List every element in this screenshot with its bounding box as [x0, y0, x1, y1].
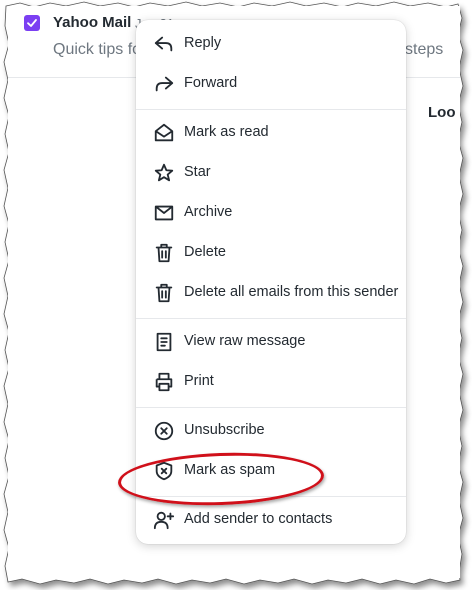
- menu-item-archive[interactable]: Archive: [136, 193, 406, 233]
- menu-item-reply[interactable]: Reply: [136, 24, 406, 64]
- menu-item-label: Mark as read: [184, 124, 269, 140]
- menu-item-label: Unsubscribe: [184, 422, 265, 438]
- menu-item-label: Add sender to contacts: [184, 511, 333, 527]
- checkmark-icon: [27, 19, 37, 27]
- email-preview-tail: steps: [405, 41, 444, 58]
- document-icon: [153, 331, 175, 353]
- menu-item-delete[interactable]: Delete: [136, 233, 406, 273]
- menu-divider: [136, 407, 406, 408]
- menu-item-print[interactable]: Print: [136, 362, 406, 402]
- star-icon: [153, 162, 175, 184]
- menu-item-label: Delete all emails from this sender: [184, 284, 399, 300]
- menu-item-unsubscribe[interactable]: Unsubscribe: [136, 411, 406, 451]
- menu-item-mark-as-read[interactable]: Mark as read: [136, 113, 406, 153]
- menu-item-forward[interactable]: Forward: [136, 64, 406, 104]
- trash-icon: [153, 242, 175, 264]
- menu-item-label: Reply: [184, 35, 222, 51]
- menu-item-delete-all-from-sender[interactable]: Delete all emails from this sender: [136, 273, 406, 313]
- archive-icon: [153, 202, 175, 224]
- add-person-icon: [153, 509, 175, 531]
- email-sender: Yahoo Mail: [53, 14, 132, 31]
- email-checkbox[interactable]: [24, 15, 40, 31]
- menu-item-add-sender-to-contacts[interactable]: Add sender to contacts: [136, 500, 406, 540]
- menu-item-label: View raw message: [184, 333, 306, 349]
- side-heading: Loo: [428, 104, 456, 121]
- forward-icon: [153, 73, 175, 95]
- trash-icon: [153, 282, 175, 304]
- menu-item-label: Delete: [184, 244, 226, 260]
- reply-icon: [153, 33, 175, 55]
- email-preview: Quick tips fo: [53, 41, 142, 58]
- menu-item-label: Star: [184, 164, 211, 180]
- envelope-open-icon: [153, 122, 175, 144]
- menu-divider: [136, 109, 406, 110]
- menu-item-label: Archive: [184, 204, 233, 220]
- menu-item-label: Print: [184, 373, 214, 389]
- x-circle-icon: [153, 420, 175, 442]
- menu-item-view-raw-message[interactable]: View raw message: [136, 322, 406, 362]
- menu-item-label: Forward: [184, 75, 238, 91]
- menu-item-star[interactable]: Star: [136, 153, 406, 193]
- printer-icon: [153, 371, 175, 393]
- menu-divider: [136, 318, 406, 319]
